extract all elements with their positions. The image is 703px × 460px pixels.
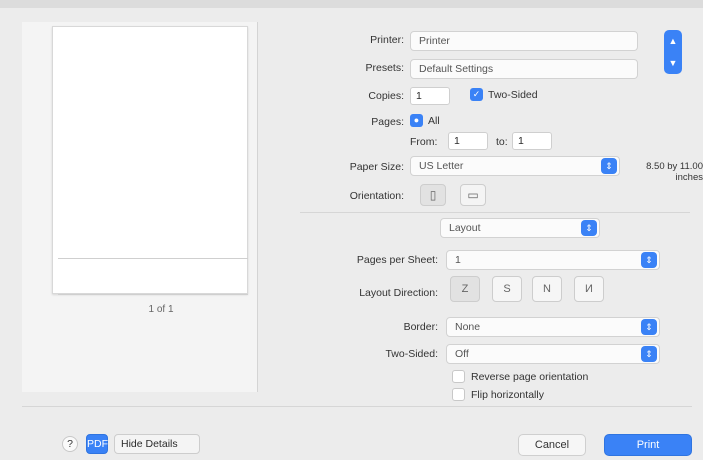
chevron-updown-icon: ⇕	[641, 319, 657, 335]
paper-size-value: US Letter	[419, 160, 464, 172]
direction-z-button[interactable]: Z	[450, 276, 480, 302]
copies-field[interactable]: 1	[410, 87, 450, 105]
cancel-button[interactable]: Cancel	[518, 434, 586, 456]
pages-from-field[interactable]: 1	[448, 132, 488, 150]
app-options-value: Layout	[449, 222, 481, 234]
direction-s-icon: S	[503, 283, 511, 295]
presets-value: Default Settings	[419, 63, 494, 75]
presets-select[interactable]: Default Settings	[410, 59, 638, 79]
two-sided-label: Two-Sided	[488, 88, 538, 101]
border-select[interactable]: None ⇕	[446, 317, 660, 337]
pages-from-label: From:	[410, 136, 438, 148]
help-button[interactable]: ?	[62, 436, 78, 452]
pages-to-field[interactable]: 1	[512, 132, 552, 150]
layout-two-sided-select[interactable]: Off ⇕	[446, 344, 660, 364]
direction-n-icon: N	[543, 283, 551, 295]
reverse-orientation-label: Reverse page orientation	[471, 370, 589, 383]
landscape-icon: ▭	[467, 188, 479, 202]
border-label: Border:	[403, 321, 438, 333]
paper-size-label: Paper Size:	[349, 161, 404, 173]
reverse-orientation-checkbox[interactable]	[452, 370, 465, 383]
layout-direction-label: Layout Direction:	[359, 287, 438, 299]
landscape-button[interactable]: ▭	[460, 184, 486, 206]
direction-z-icon: Z	[461, 283, 469, 295]
chevron-updown-icon: ⇕	[601, 158, 617, 174]
paper-size-select[interactable]: US Letter ⇕	[410, 156, 620, 176]
chevron-updown-icon: ⇕	[641, 252, 657, 268]
paper-dimensions: 8.50 by 11.00 inches	[646, 161, 703, 183]
pdf-menu-button[interactable]: PDF	[86, 434, 108, 454]
copies-label: Copies:	[368, 90, 404, 102]
section-divider	[300, 212, 690, 213]
direction-reverse-n-button[interactable]: И	[574, 276, 604, 302]
page-preview	[52, 26, 248, 294]
app-options-select[interactable]: Layout ⇕	[440, 218, 600, 238]
pages-per-sheet-label: Pages per Sheet:	[356, 254, 438, 266]
pdf-label: PDF	[87, 438, 108, 450]
portrait-button[interactable]: ▯	[420, 184, 446, 206]
presets-label: Presets:	[365, 62, 404, 74]
page-indicator: 1 of 1	[148, 304, 174, 315]
printer-stepper-icon[interactable]: ▲ ▼	[664, 30, 682, 74]
direction-n-button[interactable]: N	[532, 276, 562, 302]
preview-divider	[58, 258, 248, 259]
footer-divider	[22, 406, 692, 407]
print-label: Print	[636, 439, 660, 451]
orientation-label: Orientation:	[349, 190, 404, 202]
printer-select[interactable]: Printer	[410, 31, 638, 51]
pages-per-sheet-value: 1	[455, 254, 461, 266]
direction-s-button[interactable]: S	[492, 276, 522, 302]
print-dialog: 1 of 1 Printer: Printer ▲ ▼ Presets: Defa…	[0, 0, 703, 460]
portrait-icon: ▯	[429, 188, 437, 202]
preview-divider	[58, 294, 248, 295]
two-sided-checkbox[interactable]: ✓	[470, 88, 483, 101]
printer-label: Printer:	[370, 34, 404, 46]
layout-two-sided-value: Off	[455, 348, 469, 360]
pages-per-sheet-select[interactable]: 1 ⇕	[446, 250, 660, 270]
layout-two-sided-label: Two-Sided:	[385, 348, 438, 360]
border-value: None	[455, 321, 481, 333]
chevron-updown-icon: ⇕	[641, 346, 657, 362]
print-button[interactable]: Print	[604, 434, 692, 456]
chevron-updown-icon: ⇕	[581, 220, 597, 236]
direction-reverse-n-icon: И	[585, 283, 593, 295]
pages-all-label: All	[428, 114, 440, 127]
printer-value: Printer	[419, 35, 450, 47]
pages-label: Pages:	[371, 116, 404, 128]
pages-to-label: to:	[496, 136, 508, 148]
flip-horizontally-label: Flip horizontally	[471, 388, 544, 401]
flip-horizontally-checkbox[interactable]	[452, 388, 465, 401]
pages-all-radio[interactable]: ●	[410, 114, 423, 127]
cancel-label: Cancel	[534, 439, 570, 451]
hide-details-label: Hide Details	[121, 438, 178, 450]
hide-details-button[interactable]: Hide Details	[114, 434, 200, 454]
